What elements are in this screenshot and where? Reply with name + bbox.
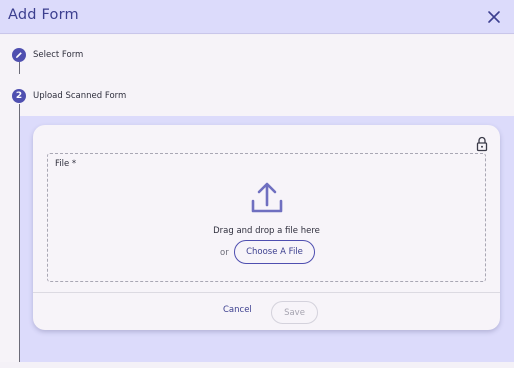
- step-connector: [19, 62, 20, 74]
- or-separator: or: [220, 248, 229, 258]
- close-icon[interactable]: [486, 9, 502, 25]
- lock-icon[interactable]: [475, 136, 489, 152]
- drag-drop-text: Drag and drop a file here: [213, 226, 320, 236]
- file-dropzone[interactable]: File * Drag and drop a file here or Choo…: [47, 153, 486, 282]
- dialog-header: Add Form: [0, 0, 514, 34]
- step-completed-marker: [12, 48, 26, 62]
- pencil-icon: [16, 52, 22, 58]
- step-label: Upload Scanned Form: [33, 91, 127, 101]
- dialog-title: Add Form: [8, 7, 79, 23]
- step-number-badge: 2: [12, 89, 26, 103]
- step-label: Select Form: [33, 50, 84, 60]
- upload-icon: [248, 181, 286, 215]
- cancel-button[interactable]: Cancel: [223, 305, 252, 315]
- upload-card: File * Drag and drop a file here or Choo…: [33, 125, 500, 330]
- file-field-label: File *: [55, 159, 77, 169]
- save-button[interactable]: Save: [271, 301, 318, 324]
- card-divider: [33, 292, 500, 293]
- choose-file-button[interactable]: Choose A File: [234, 240, 315, 264]
- footer-strip: [0, 362, 514, 368]
